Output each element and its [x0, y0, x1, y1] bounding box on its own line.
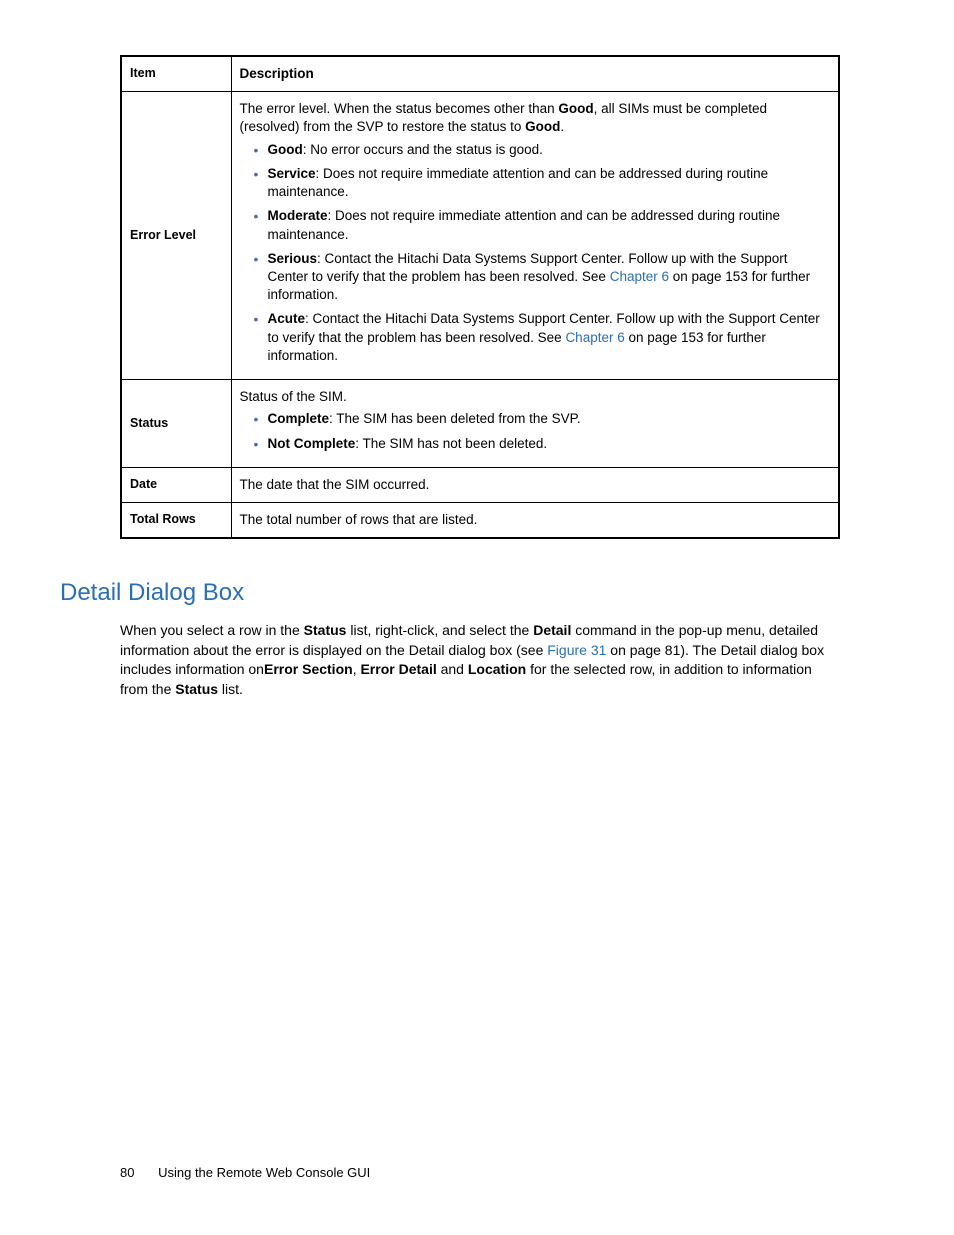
description-table: Item Description Error Level The error l… [120, 55, 840, 539]
bold-status: Status [304, 622, 347, 638]
table-row-error-level: Error Level The error level. When the st… [121, 92, 839, 380]
figure-link[interactable]: Figure 31 [547, 642, 606, 658]
list-item: Moderate: Does not require immediate att… [254, 207, 831, 243]
list-item: Service: Does not require immediate atte… [254, 165, 831, 201]
row-desc-error-level: The error level. When the status becomes… [231, 92, 839, 380]
bold-location: Location [468, 661, 526, 677]
text: . [560, 119, 564, 134]
list-item: Complete: The SIM has been deleted from … [254, 410, 831, 428]
bold-detail: Detail [533, 622, 571, 638]
header-description: Description [231, 56, 839, 92]
list-item: Serious: Contact the Hitachi Data System… [254, 250, 831, 305]
page-content: Item Description Error Level The error l… [0, 0, 954, 700]
header-item: Item [121, 56, 231, 92]
error-level-bullets: Good: No error occurs and the status is … [240, 141, 831, 365]
list-item: Not Complete: The SIM has not been delet… [254, 435, 831, 453]
text: When you select a row in the [120, 622, 304, 638]
bullet-name: Serious [268, 251, 318, 266]
text: The error level. When the status becomes… [240, 101, 559, 116]
bold-error-detail: Error Detail [360, 661, 436, 677]
bullet-name: Acute [268, 311, 306, 326]
bullet-text: : Does not require immediate attention a… [268, 208, 781, 241]
row-label-total-rows: Total Rows [121, 502, 231, 538]
table-row-date: Date The date that the SIM occurred. [121, 467, 839, 502]
bullet-name: Complete [268, 411, 330, 426]
text: list, right-click, and select the [346, 622, 533, 638]
bullet-name: Good [268, 142, 303, 157]
list-item: Good: No error occurs and the status is … [254, 141, 831, 159]
table-row-total-rows: Total Rows The total number of rows that… [121, 502, 839, 538]
footer-title: Using the Remote Web Console GUI [158, 1165, 370, 1180]
row-desc-total-rows: The total number of rows that are listed… [231, 502, 839, 538]
bullet-name: Service [268, 166, 316, 181]
bold-good: Good [525, 119, 560, 134]
bold-good: Good [558, 101, 593, 116]
bullet-text: : The SIM has not been deleted. [355, 436, 547, 451]
row-desc-date: The date that the SIM occurred. [231, 467, 839, 502]
row-label-date: Date [121, 467, 231, 502]
row-label-error-level: Error Level [121, 92, 231, 380]
text: Status of the SIM. [240, 389, 347, 404]
bold-status: Status [175, 681, 218, 697]
table-header-row: Item Description [121, 56, 839, 92]
chapter-link[interactable]: Chapter 6 [565, 330, 624, 345]
bullet-name: Not Complete [268, 436, 356, 451]
chapter-link[interactable]: Chapter 6 [610, 269, 669, 284]
table-row-status: Status Status of the SIM. Complete: The … [121, 380, 839, 468]
bullet-text: : The SIM has been deleted from the SVP. [329, 411, 581, 426]
row-label-status: Status [121, 380, 231, 468]
page-number: 80 [120, 1165, 134, 1180]
bullet-text: : No error occurs and the status is good… [303, 142, 543, 157]
page-footer: 80 Using the Remote Web Console GUI [120, 1165, 370, 1180]
section-heading-detail-dialog: Detail Dialog Box [60, 579, 894, 607]
text: and [437, 661, 468, 677]
row-desc-status: Status of the SIM. Complete: The SIM has… [231, 380, 839, 468]
status-bullets: Complete: The SIM has been deleted from … [240, 410, 831, 452]
text: list. [218, 681, 243, 697]
bullet-text: : Does not require immediate attention a… [268, 166, 769, 199]
bullet-name: Moderate [268, 208, 328, 223]
bold-error-section: Error Section [264, 661, 353, 677]
section-paragraph: When you select a row in the Status list… [120, 621, 840, 699]
list-item: Acute: Contact the Hitachi Data Systems … [254, 310, 831, 365]
